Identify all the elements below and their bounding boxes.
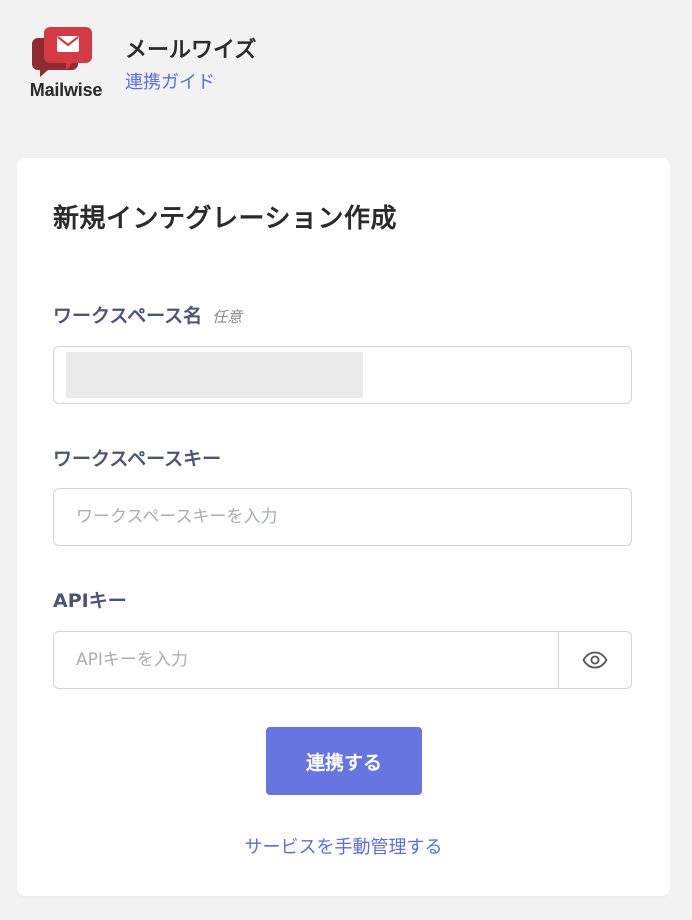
app-name: メールワイズ	[125, 38, 257, 63]
mail-chat-icon	[32, 27, 92, 77]
connect-button[interactable]: 連携する	[266, 727, 422, 795]
integration-form-card: 新規インテグレーション作成 ワークスペース名任意 ワークスペースキー APIキー…	[17, 158, 670, 896]
eye-icon	[582, 651, 608, 669]
workspace-key-label: ワークスペースキー	[53, 448, 222, 470]
workspace-name-label: ワークスペース名 任意	[53, 301, 242, 328]
manual-manage-link[interactable]: サービスを手動管理する	[17, 833, 670, 859]
workspace-name-label-text: ワークスペース名	[53, 305, 203, 327]
form-title: 新規インテグレーション作成	[53, 204, 397, 234]
integration-guide-link[interactable]: 連携ガイド	[125, 68, 215, 94]
app-header: Mailwise メールワイズ 連携ガイド	[24, 24, 664, 104]
workspace-name-input[interactable]	[54, 347, 631, 403]
api-key-field	[53, 631, 632, 689]
api-key-label: APIキー	[53, 590, 127, 612]
workspace-key-field	[53, 488, 632, 546]
show-password-toggle[interactable]	[558, 632, 631, 688]
mailwise-logo: Mailwise	[24, 24, 108, 102]
api-key-input[interactable]	[54, 632, 560, 688]
logo-text: Mailwise	[29, 80, 103, 100]
optional-tag: 任意	[212, 308, 243, 326]
workspace-name-field	[53, 346, 632, 404]
workspace-key-input[interactable]	[54, 489, 631, 545]
